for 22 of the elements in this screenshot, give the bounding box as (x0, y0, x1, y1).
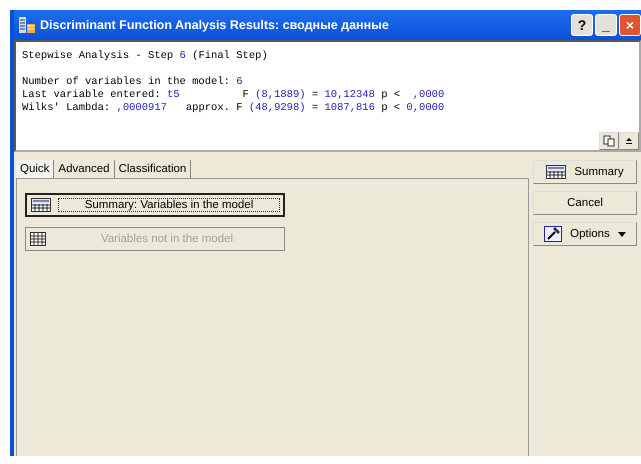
result-line: Stepwise Analysis - Step 6 (Final Step) (22, 50, 269, 63)
result-line: Wilks' Lambda: ,0000917 approx. F (48,9298) = 1087,816 p < 0,0000 (22, 102, 446, 115)
copy-button[interactable] (599, 132, 619, 150)
close-button[interactable]: × (619, 14, 641, 36)
action-button[interactable]: Summary: Variables in the model (25, 193, 285, 217)
result-line: Last variable entered: t5 F (8,1889) = 10,12348 p < ,0000 (22, 89, 446, 102)
help-button[interactable]: ? (571, 14, 593, 36)
grid-icon (30, 232, 46, 246)
tab[interactable]: Quick (16, 160, 54, 178)
minimize-button[interactable]: _ (595, 14, 617, 36)
side-button[interactable]: Cancel (533, 191, 637, 215)
side-button[interactable]: Summary (533, 160, 637, 184)
hammer-icon (544, 226, 562, 242)
window-title: Discriminant Function Analysis Results: сводные данные (40, 18, 390, 32)
summary-icon (31, 198, 51, 212)
collapse-button[interactable] (619, 132, 639, 150)
summary-icon (546, 165, 566, 179)
side-button[interactable]: Options (533, 222, 637, 246)
app-icon (18, 16, 36, 34)
copy-icon (603, 135, 615, 147)
result-line: Number of variables in the model: 6 (22, 76, 244, 89)
arrow-up-icon (625, 137, 633, 145)
